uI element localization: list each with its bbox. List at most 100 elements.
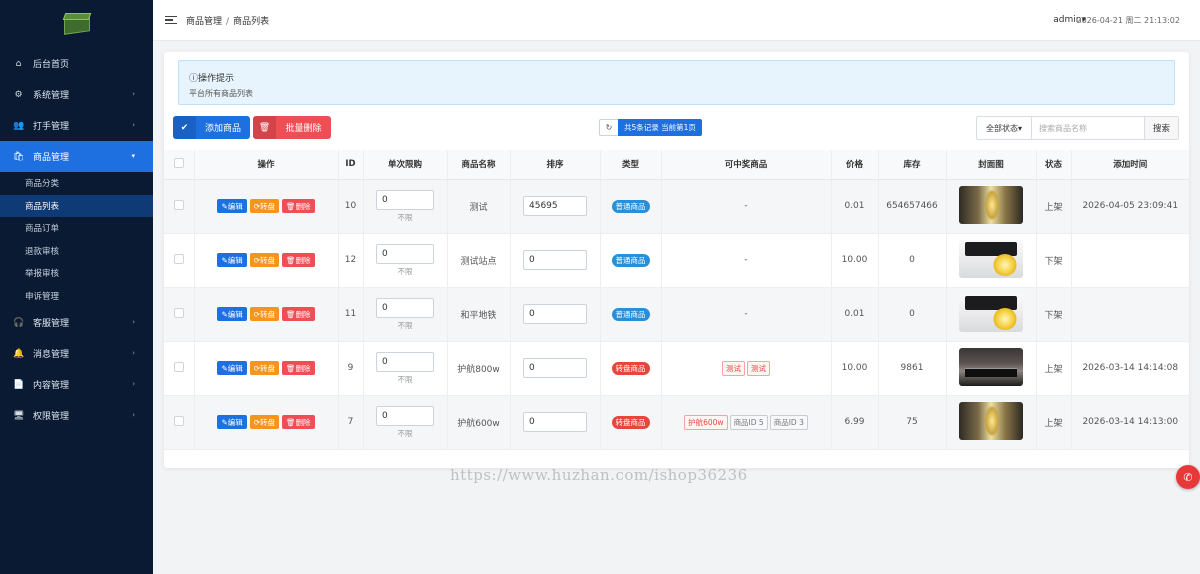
transfer-button[interactable]: ⟳ 转盘 xyxy=(249,253,280,267)
type-badge: 普通商品 xyxy=(611,307,650,321)
prize-cell: - xyxy=(661,179,832,234)
row-select-cell xyxy=(164,233,195,288)
chevron-right-icon: › xyxy=(132,380,135,388)
column-header: 封面图 xyxy=(946,150,1037,180)
prize-tag: 商品ID 3 xyxy=(769,414,808,430)
select-all-checkbox[interactable] xyxy=(173,157,184,168)
sidebar-item-1[interactable]: ⚙ 系统管理 › xyxy=(0,79,153,110)
submenu-item[interactable]: 退款审核 xyxy=(0,240,153,263)
limit-input[interactable] xyxy=(376,297,434,318)
id-cell: 10 xyxy=(338,179,364,234)
prize-cell: - xyxy=(661,233,832,288)
submenu-item[interactable]: 商品列表 xyxy=(0,194,153,217)
no-limit-text: 不限 xyxy=(397,320,413,330)
status-filter-value: 全部状态 xyxy=(985,123,1018,133)
transfer-button[interactable]: ⟳ 转盘 xyxy=(249,199,280,213)
table-row: ✎编辑⟳转盘🗑删除10不限测试普通商品-0.01654657466上架2026-… xyxy=(164,179,1189,234)
sidebar-item-7[interactable]: 🖥 权限管理 › xyxy=(0,400,153,431)
submenu-item[interactable]: 举报审核 xyxy=(0,262,153,285)
transfer-label: 转盘 xyxy=(260,201,276,211)
edit-button[interactable]: ✎ 编辑 xyxy=(217,199,247,213)
row-checkbox[interactable] xyxy=(173,361,184,372)
row-checkbox[interactable] xyxy=(173,199,184,210)
limit-input[interactable] xyxy=(376,189,434,210)
logo[interactable] xyxy=(0,0,153,48)
table-row: ✎编辑⟳转盘🗑删除9不限护航800w转盘商品测试测试10.009861上架202… xyxy=(164,341,1189,396)
cover-image[interactable] xyxy=(959,293,1023,332)
sort-input[interactable] xyxy=(523,304,587,324)
search-input[interactable] xyxy=(1032,117,1144,139)
sidebar-item-label: 系统管理 xyxy=(33,91,70,101)
name-cell: 测试站点 xyxy=(447,233,511,288)
cover-image[interactable] xyxy=(959,347,1023,386)
sidebar-item-3[interactable]: 🛍 商品管理 ▾ xyxy=(0,141,153,172)
limit-input[interactable] xyxy=(376,405,434,426)
sort-input[interactable] xyxy=(523,196,587,216)
menu-toggle-icon[interactable] xyxy=(165,15,177,25)
chevron-right-icon: › xyxy=(132,411,135,419)
delete-button[interactable]: 🗑 删除 xyxy=(282,307,315,321)
sidebar-item-label: 消息管理 xyxy=(33,350,70,360)
cover-image[interactable] xyxy=(959,401,1023,440)
cover-image[interactable] xyxy=(959,185,1023,224)
submenu-item[interactable]: 商品分类 xyxy=(0,172,153,195)
sort-input[interactable] xyxy=(523,358,587,378)
shopping-bag-icon: 🛍 xyxy=(13,151,25,162)
status-cell[interactable]: 下架 xyxy=(1036,233,1072,288)
delete-button[interactable]: 🗑 删除 xyxy=(282,253,315,267)
sidebar: ⌂ 后台首页 ⚙ 系统管理 › 👥 打手管理 › 🛍 商品管理 ▾ 商品分类 商品列表 商品订单 退款审核举… xyxy=(0,0,153,574)
status-cell[interactable]: 上架 xyxy=(1036,179,1072,234)
submenu-item[interactable]: 商品订单 xyxy=(0,217,153,240)
limit-input[interactable] xyxy=(376,243,434,264)
question-circle-icon: ⓘ xyxy=(189,74,199,84)
sidebar-item-5[interactable]: 🔔 消息管理 › xyxy=(0,338,153,369)
sidebar-item-2[interactable]: 👥 打手管理 › xyxy=(0,110,153,141)
delete-button[interactable]: 🗑 删除 xyxy=(282,415,315,429)
status-cell[interactable]: 上架 xyxy=(1036,341,1072,396)
table-row: ✎编辑⟳转盘🗑删除12不限测试站点普通商品-10.000下架 xyxy=(164,233,1189,288)
transfer-button[interactable]: ⟳ 转盘 xyxy=(249,415,280,429)
transfer-label: 转盘 xyxy=(260,417,276,427)
edit-label: 编辑 xyxy=(227,363,243,373)
status-filter-select[interactable]: 全部状态 ▾ xyxy=(977,117,1032,139)
type-badge: 转盘商品 xyxy=(611,361,650,375)
chevron-right-icon: › xyxy=(132,90,135,98)
edit-button[interactable]: ✎ 编辑 xyxy=(217,307,247,321)
limit-input[interactable] xyxy=(376,351,434,372)
status-cell[interactable]: 上架 xyxy=(1036,395,1072,450)
cover-image[interactable] xyxy=(959,239,1023,278)
time-cell xyxy=(1071,233,1189,288)
delete-button[interactable]: 🗑 删除 xyxy=(282,361,315,375)
batch-delete-label: 批量删除 xyxy=(285,124,322,134)
edit-button[interactable]: ✎ 编辑 xyxy=(217,361,247,375)
refresh-icon[interactable]: ↻ xyxy=(599,119,618,136)
row-checkbox[interactable] xyxy=(173,253,184,264)
sort-input[interactable] xyxy=(523,250,587,270)
transfer-button[interactable]: ⟳ 转盘 xyxy=(249,361,280,375)
status-cell[interactable]: 下架 xyxy=(1036,287,1072,342)
transfer-button[interactable]: ⟳ 转盘 xyxy=(249,307,280,321)
search-button[interactable]: 搜索 xyxy=(1144,117,1178,139)
transfer-label: 转盘 xyxy=(260,363,276,373)
sort-cell xyxy=(510,287,601,342)
cover-cell xyxy=(946,179,1037,234)
sidebar-item-0[interactable]: ⌂ 后台首页 xyxy=(0,48,153,79)
row-checkbox[interactable] xyxy=(173,307,184,318)
row-checkbox[interactable] xyxy=(173,415,184,426)
submenu-item[interactable]: 申诉管理 xyxy=(0,285,153,308)
sidebar-item-label: 权限管理 xyxy=(33,412,70,422)
edit-button[interactable]: ✎ 编辑 xyxy=(217,253,247,267)
time-cell: 2026-04-05 23:09:41 xyxy=(1071,179,1189,234)
batch-delete-button[interactable]: 🗑 批量删除 xyxy=(253,116,331,139)
no-limit-text: 不限 xyxy=(397,212,413,222)
floating-action-button[interactable]: ✆ xyxy=(1176,465,1200,489)
edit-button[interactable]: ✎ 编辑 xyxy=(217,415,247,429)
add-product-button[interactable]: ✔ 添加商品 xyxy=(173,116,250,139)
breadcrumb-item-parent[interactable]: 商品管理 xyxy=(186,17,222,27)
sidebar-item-4[interactable]: 🎧 客服管理 › xyxy=(0,307,153,338)
sidebar-item-6[interactable]: 📄 内容管理 › xyxy=(0,369,153,400)
column-header: 可中奖商品 xyxy=(661,150,832,180)
sort-input[interactable] xyxy=(523,412,587,432)
ops-cell: ✎ 编辑 ⟳ 转盘 🗑 删除 xyxy=(194,287,339,342)
delete-button[interactable]: 🗑 删除 xyxy=(282,199,315,213)
